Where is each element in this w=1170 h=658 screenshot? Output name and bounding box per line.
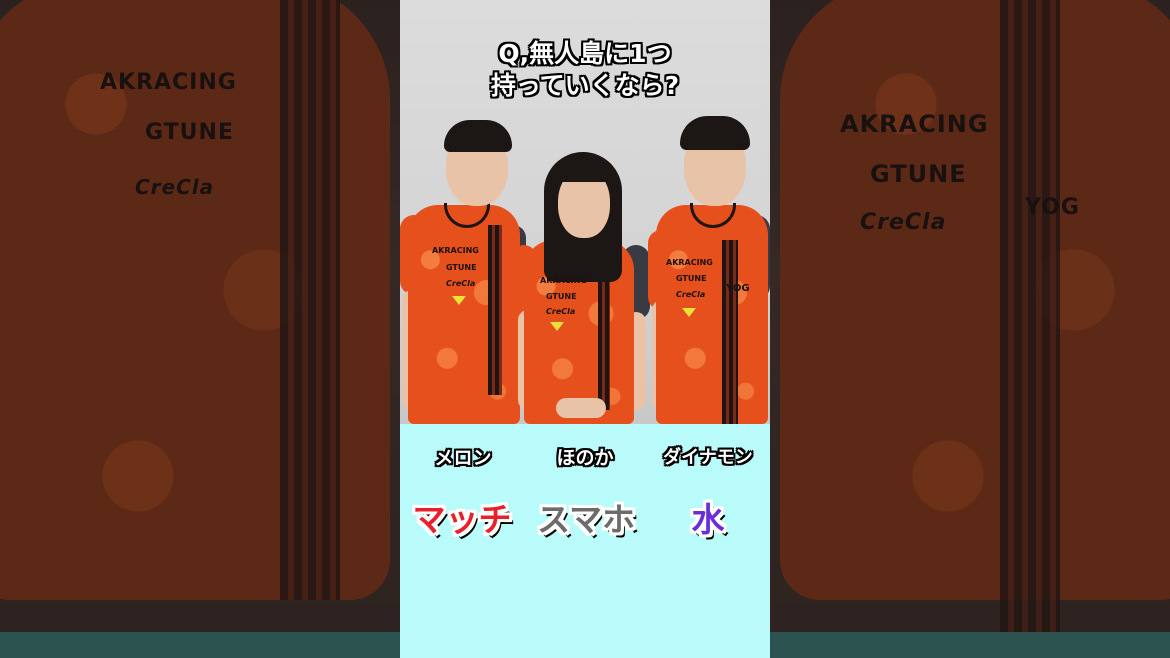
backdrop-bottom-left: [0, 632, 400, 658]
person-honoka-logo-gtune: GTUNE: [546, 292, 577, 301]
person-honoka-logo-akracing: AKRACING: [540, 276, 587, 285]
participant-names: メロン ほのか ダイナモン: [400, 438, 770, 478]
person-melon-logo-crecla: CreCla: [446, 279, 476, 288]
shorts-video-frame: AKRACING GTUNE CreCla AKRACING GTUNE Cre…: [0, 0, 1170, 658]
person-melon-jersey: [408, 205, 520, 424]
person-dynamon-jersey-stripe: [722, 240, 738, 424]
participant-answers: マッチ スマホ 水: [400, 494, 770, 554]
participant-name-honoka: ほのか: [556, 447, 614, 469]
person-honoka-logo-crecla: CreCla: [546, 307, 576, 316]
answer-dynamon: 水: [691, 500, 725, 539]
person-melon-jersey-stripe: [488, 225, 502, 395]
participant-name-dynamon: ダイナモン: [663, 447, 753, 468]
video-photo: Q,無人島に1つ 持っていくなら? AKRACING GTUNE CreCla: [400, 0, 770, 424]
backdrop-bottom-right: [770, 632, 1170, 658]
person-dynamon-jersey: [656, 205, 768, 424]
answer-board: メロン ほのか ダイナモン マッチ スマホ 水: [400, 424, 770, 658]
person-honoka-jersey-stripe: [598, 260, 610, 410]
participant-name-melon: メロン: [434, 447, 492, 469]
person-melon-logo-gtune: GTUNE: [446, 263, 477, 272]
video-panel: Q,無人島に1つ 持っていくなら? AKRACING GTUNE CreCla: [400, 0, 770, 658]
person-dynamon-logo-gtune: GTUNE: [676, 274, 707, 283]
person-dynamon-logo-team: YOG: [726, 283, 750, 294]
question-line-2: 持っていくなら?: [490, 71, 680, 100]
person-melon-hair: [444, 120, 512, 152]
question-caption: Q,無人島に1つ 持っていくなら?: [400, 38, 770, 102]
blurred-backdrop-left: AKRACING GTUNE CreCla: [0, 0, 400, 658]
person-melon-logo-akracing: AKRACING: [432, 246, 479, 255]
answer-melon: マッチ: [412, 500, 512, 539]
blurred-backdrop-right: AKRACING GTUNE CreCla YOG: [770, 0, 1170, 658]
answer-honoka: スマホ: [536, 500, 635, 539]
backdrop-dim-right: [770, 0, 1170, 658]
person-honoka-hands: [556, 398, 606, 418]
backdrop-dim-left: [0, 0, 400, 658]
person-dynamon-logo-crecla: CreCla: [676, 290, 706, 299]
person-honoka-bangs: [556, 160, 612, 182]
question-line-1: Q,無人島に1つ: [498, 39, 672, 68]
person-dynamon-logo-akracing: AKRACING: [666, 258, 713, 267]
person-dynamon-hair: [680, 116, 750, 150]
